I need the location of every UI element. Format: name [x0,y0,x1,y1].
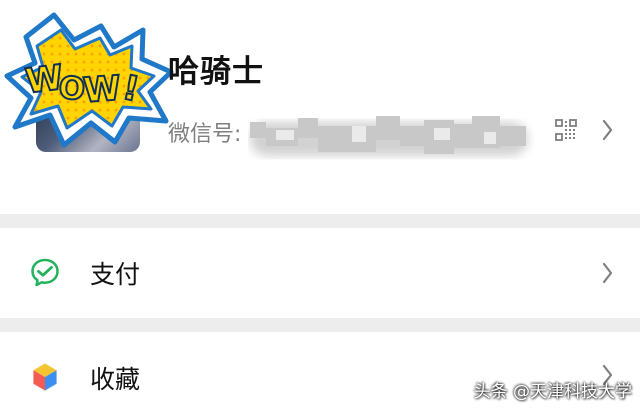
wechat-pay-icon [31,258,59,287]
redacted-wechat-id [250,116,528,156]
profile-card[interactable]: W O W ! 哈骑士 微信号: [0,0,640,214]
section-divider [0,318,640,332]
chevron-right-icon [602,262,613,284]
qr-code-icon[interactable] [555,119,577,141]
wow-sticker-icon: W O W ! [4,12,174,148]
menu-item-label: 支付 [90,260,141,289]
watermark: 头条 @天津科技大学 [473,382,632,402]
wechat-id-label: 微信号: [168,122,242,147]
chevron-right-icon [602,119,613,141]
menu-item-pay[interactable]: 支付 [0,228,640,318]
section-divider [0,214,640,228]
favorites-cube-icon [32,362,58,392]
profile-name: 哈骑士 [168,54,264,90]
svg-text:W: W [82,68,122,111]
menu-item-label: 收藏 [90,365,141,394]
